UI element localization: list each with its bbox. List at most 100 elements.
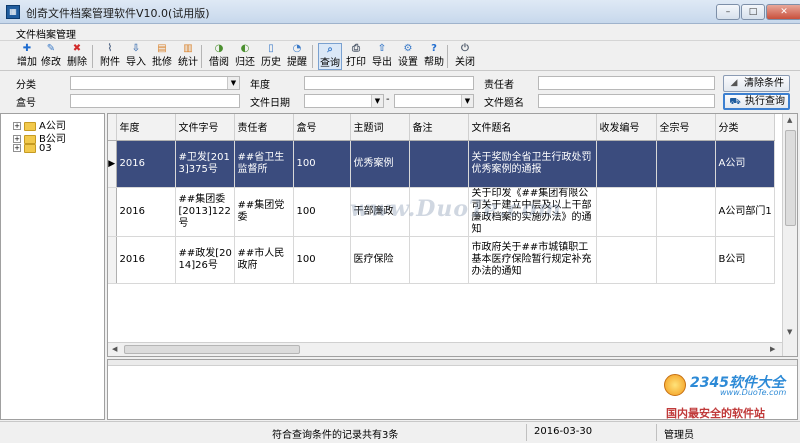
exit-button[interactable]: ⏻ 关闭 — [453, 43, 477, 70]
add-button[interactable]: ✚ 增加 — [15, 43, 39, 70]
chevron-down-icon[interactable]: ▼ — [227, 77, 239, 89]
clear-conditions-label: 清除条件 — [744, 78, 784, 89]
export-button[interactable]: ⇧ 导出 — [370, 43, 394, 70]
date-to-picker[interactable]: ▼ — [394, 94, 474, 108]
table-cell[interactable] — [596, 187, 657, 237]
table-cell[interactable]: 2016 — [116, 140, 176, 188]
return-button[interactable]: ◐ 归还 — [233, 43, 257, 70]
menu-file-archive[interactable]: 文件档案管理 — [16, 26, 76, 41]
tree-node[interactable]: + A公司 — [13, 117, 66, 132]
reminder-button[interactable]: ◔ 提醒 — [285, 43, 309, 70]
expand-icon[interactable]: + — [13, 144, 21, 152]
date-from-picker[interactable]: ▼ — [304, 94, 384, 108]
scroll-thumb[interactable] — [124, 345, 300, 354]
box-input[interactable] — [70, 94, 240, 108]
table-cell[interactable]: 100 — [293, 187, 351, 237]
history-button[interactable]: ▯ 历史 — [259, 43, 283, 70]
toolbar: ✚ 增加 ✎ 修改 ✖ 删除 ⌇ 附件 ⇩ 导入 ▤ 批修 ▥ 统计 ◑ 借阅 ◐ 归还 ▯ 历史 ◔ 提醒 ⌕ 查询 ⎙ 打印 ⇧… — [0, 41, 800, 71]
table-cell[interactable] — [656, 187, 716, 237]
table-cell[interactable]: 医疗保险 — [350, 236, 410, 284]
table-cell[interactable]: 关于奖励全省卫生行政处罚优秀案例的通报 — [468, 140, 597, 188]
table-cell[interactable]: 100 — [293, 236, 351, 284]
expand-icon[interactable]: + — [13, 122, 21, 130]
edit-button[interactable]: ✎ 修改 — [39, 43, 63, 70]
chevron-down-icon[interactable]: ▼ — [371, 95, 383, 107]
help-button[interactable]: ? 帮助 — [422, 43, 446, 70]
query-button[interactable]: ⌕ 查询 — [318, 43, 342, 70]
history-label: 历史 — [261, 57, 281, 68]
column-header[interactable]: 主题词 — [350, 114, 410, 141]
paperclip-icon: ⌇ — [107, 43, 113, 54]
scroll-left-icon[interactable]: ◀ — [112, 345, 117, 353]
file-title-input[interactable] — [538, 94, 715, 108]
batch-edit-button[interactable]: ▤ 批修 — [150, 43, 174, 70]
table-cell[interactable]: B公司 — [715, 236, 775, 284]
scroll-up-icon[interactable]: ▲ — [787, 116, 792, 124]
minimize-button[interactable]: – — [716, 4, 740, 20]
table-cell[interactable]: ##集团委[2013]122号 — [175, 187, 235, 237]
category-select[interactable]: ▼ — [70, 76, 240, 90]
edit-icon: ✎ — [46, 43, 56, 54]
column-header[interactable]: 文件题名 — [468, 114, 597, 141]
table-row[interactable]: 2016 ##政发[2014]26号 ##市人民政府 100 医疗保险 市政府关… — [108, 236, 775, 284]
table-cell[interactable]: 2016 — [116, 187, 176, 237]
scroll-right-icon[interactable]: ▶ — [770, 345, 775, 353]
table-cell[interactable] — [596, 236, 657, 284]
delete-button[interactable]: ✖ 删除 — [65, 43, 89, 70]
table-cell[interactable] — [656, 236, 716, 284]
table-cell[interactable] — [409, 236, 469, 284]
clear-conditions-button[interactable]: ◢ 清除条件 — [723, 75, 790, 92]
tree-node[interactable]: + B公司 — [13, 130, 66, 145]
folder-icon — [24, 143, 36, 153]
borrow-button[interactable]: ◑ 借阅 — [207, 43, 231, 70]
expand-icon[interactable]: + — [13, 135, 21, 143]
year-input[interactable] — [304, 76, 474, 90]
toolbar-separator — [92, 45, 93, 68]
scroll-down-icon[interactable]: ▼ — [787, 328, 792, 336]
title-bar: ▦ 创奇文件档案管理软件V10.0(试用版) – □ ✕ — [0, 0, 800, 24]
table-cell[interactable]: A公司 — [715, 140, 775, 188]
status-date: 2016-03-30 — [534, 426, 593, 437]
table-cell[interactable]: #卫发[2013]375号 — [175, 140, 235, 188]
import-button[interactable]: ⇩ 导入 — [124, 43, 148, 70]
print-button[interactable]: ⎙ 打印 — [344, 43, 368, 70]
column-header[interactable]: 收发编号 — [596, 114, 657, 141]
table-cell[interactable]: A公司部门1 — [715, 187, 775, 237]
settings-button[interactable]: ⚙ 设置 — [396, 43, 420, 70]
execute-query-button[interactable]: ⛟ 执行查询 — [723, 93, 790, 110]
column-header[interactable]: 备注 — [409, 114, 469, 141]
column-header[interactable]: 全宗号 — [656, 114, 716, 141]
horizontal-scrollbar[interactable]: ◀ ▶ — [108, 342, 782, 356]
year-label: 年度 — [250, 80, 270, 91]
statistics-label: 统计 — [178, 57, 198, 68]
table-row[interactable]: ▶ 2016 #卫发[2013]375号 ##省卫生监督所 100 优秀案例 关… — [108, 140, 775, 188]
column-header[interactable]: 文件字号 — [175, 114, 235, 141]
column-header[interactable]: 分类 — [715, 114, 775, 141]
table-cell[interactable]: ##集团党委 — [234, 187, 294, 237]
table-cell[interactable]: 优秀案例 — [350, 140, 410, 188]
table-cell[interactable]: 100 — [293, 140, 351, 188]
column-header[interactable]: 年度 — [116, 114, 176, 141]
chevron-down-icon[interactable]: ▼ — [461, 95, 473, 107]
table-cell[interactable]: ##省卫生监督所 — [234, 140, 294, 188]
vertical-scrollbar[interactable]: ▲ ▼ — [782, 114, 797, 356]
table-cell[interactable]: ##政发[2014]26号 — [175, 236, 235, 284]
borrow-label: 借阅 — [209, 57, 229, 68]
batch-edit-icon: ▤ — [157, 43, 167, 54]
table-cell[interactable]: ##市人民政府 — [234, 236, 294, 284]
table-cell[interactable] — [596, 140, 657, 188]
table-cell[interactable]: 2016 — [116, 236, 176, 284]
column-header[interactable]: 盒号 — [293, 114, 351, 141]
statistics-button[interactable]: ▥ 统计 — [176, 43, 200, 70]
column-header[interactable]: 责任者 — [234, 114, 294, 141]
table-cell[interactable] — [656, 140, 716, 188]
table-cell[interactable] — [409, 140, 469, 188]
table-cell[interactable]: 市政府关于##市城镇职工基本医疗保险暂行规定补充办法的通知 — [468, 236, 597, 284]
responsible-input[interactable] — [538, 76, 715, 90]
maximize-button[interactable]: □ — [741, 4, 765, 20]
tree-node[interactable]: +03 — [13, 143, 52, 155]
scroll-thumb[interactable] — [785, 130, 796, 226]
close-window-button[interactable]: ✕ — [766, 4, 800, 20]
export-label: 导出 — [372, 57, 392, 68]
attachment-button[interactable]: ⌇ 附件 — [98, 43, 122, 70]
